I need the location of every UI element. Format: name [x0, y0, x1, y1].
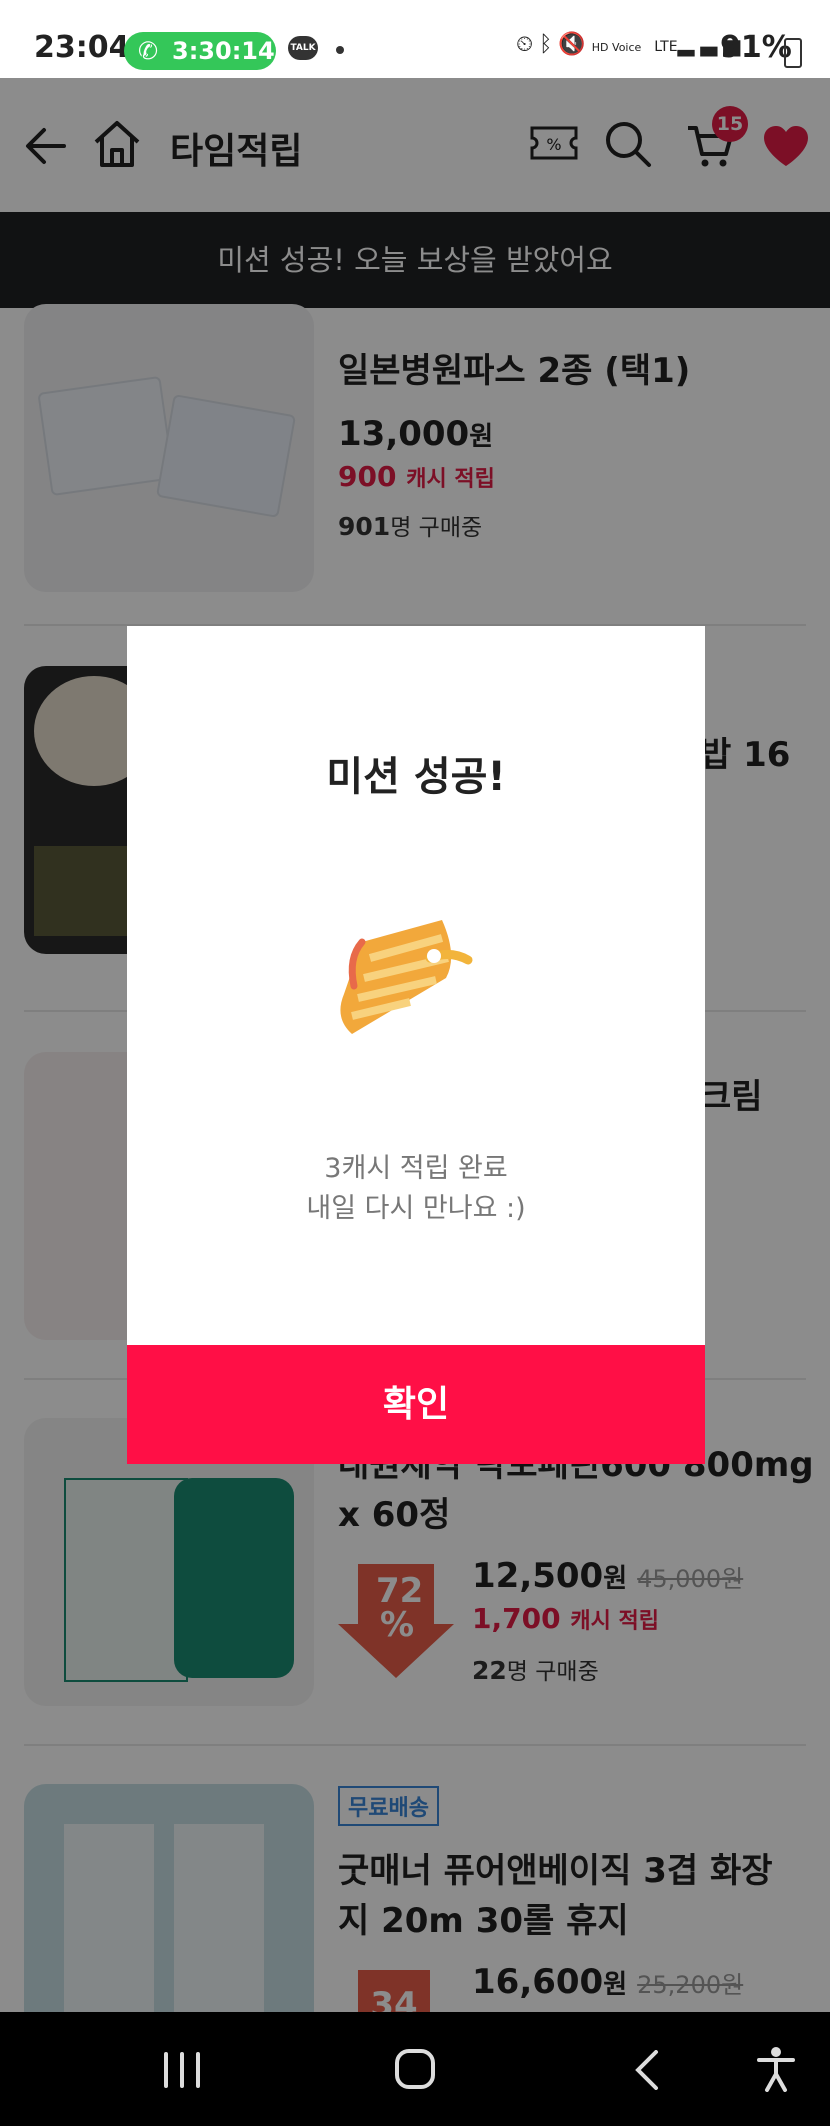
system-icons: ⏲ᛒ🔇HD Voice LTE▂▃▅ [516, 32, 746, 57]
home-button-icon[interactable] [394, 2048, 436, 2090]
phone-icon: ✆ [138, 37, 159, 65]
hd-voice-icon: HD Voice [591, 41, 642, 54]
back-button-icon[interactable] [632, 2050, 662, 2090]
call-indicator[interactable]: ✆ 3:30:14 [124, 32, 276, 70]
status-bar: 23:04 ✆ 3:30:14 TALK ⏲ᛒ🔇HD Voice LTE▂▃▅ … [0, 0, 830, 78]
kakaotalk-icon: TALK [288, 36, 318, 60]
lte-icon: LTE [654, 39, 678, 55]
bluetooth-icon: ᛒ [539, 32, 559, 57]
recent-apps-icon[interactable] [160, 2052, 204, 2088]
alarm-icon: ⏲ [516, 32, 540, 57]
battery-percent: 91% [720, 30, 792, 65]
mute-icon: 🔇 [558, 32, 592, 57]
dialog-message-line1: 3캐시 적립 완료 [324, 1153, 508, 1184]
system-nav-bar [0, 2012, 830, 2126]
call-timer: 3:30:14 [172, 37, 275, 65]
accessibility-icon[interactable] [756, 2046, 796, 2092]
party-popper-icon [340, 920, 473, 1034]
clock: 23:04 [34, 30, 130, 65]
dialog-message-line2: 내일 다시 만나요 :) [306, 1193, 526, 1224]
battery-icon [784, 38, 802, 68]
confirm-button[interactable]: 확인 [127, 1345, 705, 1464]
dialog-title: 미션 성공! [326, 754, 506, 800]
notification-dot-icon [336, 46, 344, 54]
